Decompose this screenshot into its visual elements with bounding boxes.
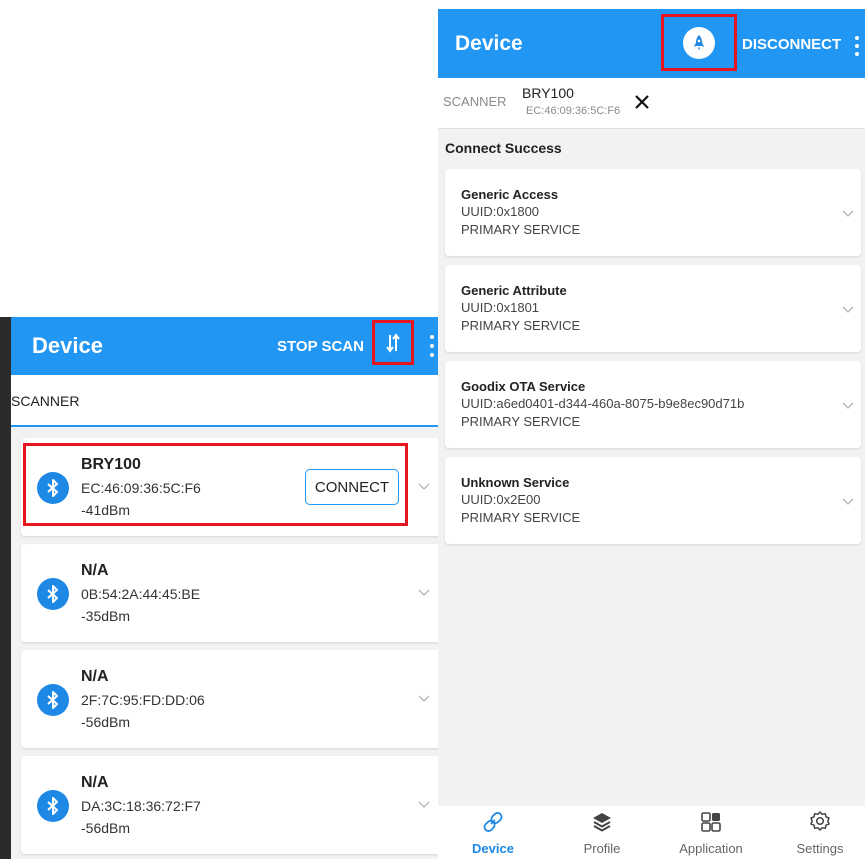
rocket-icon bbox=[683, 26, 715, 59]
device-rssi: -41dBm bbox=[81, 502, 131, 518]
chevron-down-icon[interactable] bbox=[418, 695, 430, 703]
service-type: PRIMARY SERVICE bbox=[461, 318, 581, 333]
nav-item-label: Settings bbox=[796, 841, 844, 856]
layers-icon bbox=[590, 810, 614, 834]
bottom-navigation: Device Profile Application Settings bbox=[438, 806, 865, 859]
device-mac: 0B:54:2A:44:45:BE bbox=[81, 586, 201, 602]
service-name: Generic Access bbox=[461, 187, 559, 202]
overflow-menu-icon[interactable] bbox=[430, 335, 434, 357]
service-type: PRIMARY SERVICE bbox=[461, 222, 581, 237]
scanner-tab-label: SCANNER bbox=[11, 393, 80, 409]
service-list-item[interactable]: Generic Access UUID:0x1800 PRIMARY SERVI… bbox=[445, 169, 861, 256]
chevron-down-icon[interactable] bbox=[842, 306, 854, 314]
service-list-item[interactable]: Unknown Service UUID:0x2E00 PRIMARY SERV… bbox=[445, 457, 861, 544]
chevron-down-icon[interactable] bbox=[842, 402, 854, 410]
chevron-down-icon[interactable] bbox=[418, 589, 430, 597]
connection-status: Connect Success bbox=[445, 140, 562, 156]
scanner-screen-content: Device STOP SCAN SCANNER BRY100 EC:46:09… bbox=[11, 317, 450, 859]
service-uuid: UUID:0x1801 bbox=[461, 300, 540, 315]
chevron-down-icon[interactable] bbox=[842, 498, 854, 506]
device-name: N/A bbox=[81, 562, 109, 579]
close-icon[interactable] bbox=[634, 94, 652, 112]
app-bar: Device DISCONNECT bbox=[438, 9, 865, 78]
nav-item-application[interactable]: Application bbox=[666, 808, 756, 859]
scanner-screen: Device STOP SCAN SCANNER BRY100 EC:46:09… bbox=[0, 317, 450, 859]
stop-scan-button[interactable]: STOP SCAN bbox=[277, 338, 364, 355]
link-icon bbox=[481, 810, 505, 834]
bluetooth-icon bbox=[37, 472, 69, 504]
connected-device-mac: EC:46:09:36:5C:F6 bbox=[526, 105, 621, 117]
overflow-menu-icon[interactable] bbox=[855, 36, 859, 56]
nav-item-label: Application bbox=[679, 841, 743, 856]
device-list-item[interactable]: N/A DA:3C:18:36:72:F7 -56dBm bbox=[21, 756, 442, 854]
bluetooth-icon bbox=[37, 578, 69, 610]
device-rssi: -56dBm bbox=[81, 714, 131, 730]
device-screen: Device DISCONNECT SCANNER BRY100 EC:46:0… bbox=[438, 9, 865, 859]
service-uuid: UUID:0x2E00 bbox=[461, 492, 541, 507]
connection-tabs: SCANNER BRY100 EC:46:09:36:5C:F6 bbox=[438, 78, 865, 129]
service-type: PRIMARY SERVICE bbox=[461, 510, 581, 525]
nav-item-label: Device bbox=[472, 841, 514, 856]
gear-icon bbox=[808, 810, 832, 834]
service-type: PRIMARY SERVICE bbox=[461, 414, 581, 429]
sort-arrows-icon bbox=[386, 332, 400, 353]
device-mac: EC:46:09:36:5C:F6 bbox=[81, 480, 201, 496]
service-list-item[interactable]: Goodix OTA Service UUID:a6ed0401-d344-46… bbox=[445, 361, 861, 448]
device-mac: 2F:7C:95:FD:DD:06 bbox=[81, 692, 205, 708]
scanner-tab[interactable]: SCANNER bbox=[443, 94, 507, 109]
apps-grid-icon bbox=[699, 810, 723, 834]
app-title: Device bbox=[32, 333, 103, 358]
device-name: BRY100 bbox=[81, 456, 141, 473]
nav-item-profile[interactable]: Profile bbox=[557, 808, 647, 859]
ota-button[interactable] bbox=[661, 14, 737, 71]
device-bezel bbox=[0, 317, 11, 859]
scanner-tab[interactable]: SCANNER bbox=[11, 375, 450, 427]
device-list-item[interactable]: N/A 2F:7C:95:FD:DD:06 -56dBm bbox=[21, 650, 442, 748]
service-name: Generic Attribute bbox=[461, 283, 567, 298]
nav-item-settings[interactable]: Settings bbox=[775, 808, 865, 859]
connect-button[interactable]: CONNECT bbox=[305, 469, 399, 505]
app-title: Device bbox=[455, 32, 523, 55]
chevron-down-icon[interactable] bbox=[418, 483, 430, 491]
device-name: N/A bbox=[81, 668, 109, 685]
connected-device-name[interactable]: BRY100 bbox=[522, 85, 574, 101]
disconnect-button[interactable]: DISCONNECT bbox=[742, 36, 841, 53]
chevron-down-icon[interactable] bbox=[842, 210, 854, 218]
device-list-item[interactable]: BRY100 EC:46:09:36:5C:F6 -41dBm CONNECT bbox=[21, 438, 442, 536]
device-name: N/A bbox=[81, 774, 109, 791]
service-name: Unknown Service bbox=[461, 475, 570, 490]
service-uuid: UUID:0x1800 bbox=[461, 204, 540, 219]
app-bar: Device STOP SCAN bbox=[11, 317, 450, 375]
nav-item-device[interactable]: Device bbox=[448, 808, 538, 859]
bluetooth-icon bbox=[37, 684, 69, 716]
device-rssi: -56dBm bbox=[81, 820, 131, 836]
sort-button[interactable] bbox=[372, 320, 414, 365]
chevron-down-icon[interactable] bbox=[418, 801, 430, 809]
device-mac: DA:3C:18:36:72:F7 bbox=[81, 798, 201, 814]
service-uuid: UUID:a6ed0401-d344-460a-8075-b9e8ec90d71… bbox=[461, 396, 745, 411]
device-rssi: -35dBm bbox=[81, 608, 131, 624]
service-name: Goodix OTA Service bbox=[461, 379, 586, 394]
service-list-item[interactable]: Generic Attribute UUID:0x1801 PRIMARY SE… bbox=[445, 265, 861, 352]
bluetooth-icon bbox=[37, 790, 69, 822]
nav-item-label: Profile bbox=[583, 841, 621, 856]
device-list-item[interactable]: N/A 0B:54:2A:44:45:BE -35dBm bbox=[21, 544, 442, 642]
